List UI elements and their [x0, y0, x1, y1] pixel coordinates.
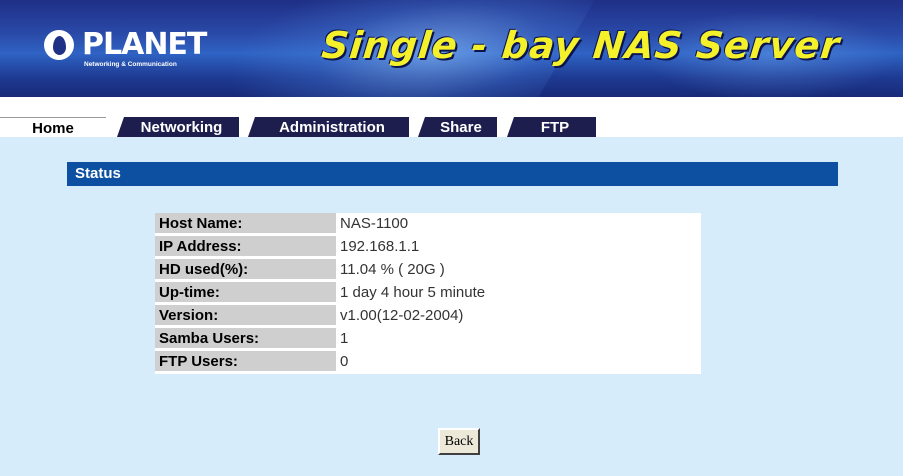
planet-logo: PLANET Networking & Communication	[44, 27, 234, 72]
tab-administration[interactable]: Administration	[248, 117, 409, 137]
hd-used-value: 11.04 % ( 20G )	[336, 259, 701, 282]
samba-users-value: 1	[336, 328, 701, 351]
tab-share[interactable]: Share	[418, 117, 497, 137]
tab-networking[interactable]: Networking	[117, 117, 239, 137]
ftp-users-value: 0	[336, 351, 701, 374]
ip-address-label: IP Address:	[155, 236, 336, 259]
uptime-label: Up-time:	[155, 282, 336, 305]
table-row: Host Name: NAS-1100	[155, 213, 701, 236]
status-table: Host Name: NAS-1100 IP Address: 192.168.…	[155, 213, 701, 374]
table-row: FTP Users: 0	[155, 351, 701, 374]
table-row: HD used(%): 11.04 % ( 20G )	[155, 259, 701, 282]
table-row: Samba Users: 1	[155, 328, 701, 351]
table-row: IP Address: 192.168.1.1	[155, 236, 701, 259]
uptime-value: 1 day 4 hour 5 minute	[336, 282, 701, 305]
ip-address-value: 192.168.1.1	[336, 236, 701, 259]
host-name-label: Host Name:	[155, 213, 336, 236]
host-name-value: NAS-1100	[336, 213, 701, 236]
version-label: Version:	[155, 305, 336, 328]
logo-word: PLANET	[82, 27, 207, 62]
hd-used-label: HD used(%):	[155, 259, 336, 282]
version-value: v1.00(12-02-2004)	[336, 305, 701, 328]
table-row: Up-time: 1 day 4 hour 5 minute	[155, 282, 701, 305]
table-row: Version: v1.00(12-02-2004)	[155, 305, 701, 328]
banner-title: Single - bay NAS Server	[319, 24, 843, 67]
header-banner: PLANET Networking & Communication Single…	[0, 0, 903, 97]
samba-users-label: Samba Users:	[155, 328, 336, 351]
status-header: Status	[67, 162, 838, 186]
back-button[interactable]: Back	[438, 428, 480, 455]
ftp-users-label: FTP Users:	[155, 351, 336, 374]
logo-tagline: Networking & Communication	[84, 61, 177, 68]
planet-logo-icon	[44, 30, 74, 60]
tab-ftp[interactable]: FTP	[507, 117, 596, 137]
tab-home[interactable]: Home	[0, 117, 106, 137]
